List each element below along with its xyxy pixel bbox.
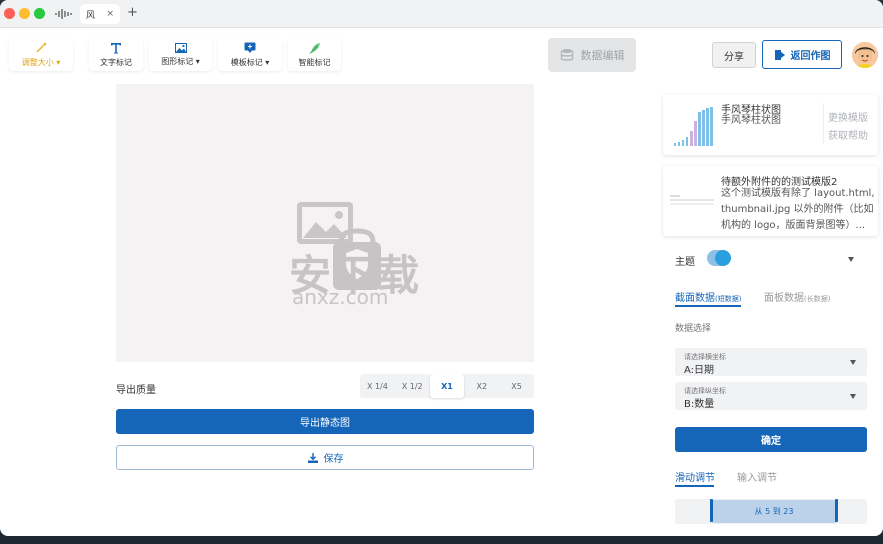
data-edit-button[interactable]: 数据编辑 (548, 38, 636, 72)
export-quality-label: 导出质量 (116, 385, 156, 396)
close-window-button[interactable] (4, 8, 15, 19)
smart-mark-button[interactable]: 智能标记 (288, 39, 341, 71)
text-icon (111, 43, 121, 54)
chart-preview-canvas: 安下载 anxz.com (116, 84, 534, 362)
theme-label: 主题 (675, 257, 695, 268)
get-help-link[interactable]: 获取帮助 (828, 127, 868, 142)
template-mark-button[interactable]: 模板标记 ▾ (218, 39, 282, 71)
back-arrow-icon (774, 49, 785, 60)
share-button[interactable]: 分享 (712, 42, 756, 68)
chevron-down-icon: ▾ (195, 57, 200, 66)
tab-note: (短数据) (715, 295, 742, 303)
quality-option-x2[interactable]: X2 (464, 374, 499, 398)
text-mark-button[interactable]: 文字标记 (89, 39, 143, 71)
theme-toggle[interactable] (707, 250, 731, 266)
template-subtitle: 手风琴柱状图 (721, 115, 781, 126)
confirm-button[interactable]: 确定 (675, 427, 867, 452)
user-avatar[interactable] (852, 42, 878, 68)
chevron-down-icon (850, 394, 856, 399)
save-label: 保存 (323, 454, 344, 465)
browser-tab[interactable]: 风 × (80, 4, 120, 24)
range-handle-start[interactable] (710, 499, 713, 522)
tab-slide-adjust[interactable]: 滑动调节 (675, 469, 715, 484)
export-static-button[interactable]: 导出静态图 (116, 409, 534, 434)
maximize-window-button[interactable] (34, 8, 45, 19)
y-axis-select[interactable]: 请选择纵坐标 B:数量 (675, 382, 867, 410)
new-tab-button[interactable]: + (127, 5, 138, 20)
tab-label: 面板数据 (764, 293, 804, 304)
quality-option-quarter[interactable]: X 1/4 (360, 374, 395, 398)
data-edit-label: 数据编辑 (580, 49, 625, 62)
template-card-test[interactable]: 待额外附件的的测试模版2 这个测试模版有除了 layout.html, thum… (663, 166, 878, 236)
app-window: 风 × + 调整大小 ▾ 文字标记 图形标记 ▾ 模板标记 ▾ 智能标记 数据编… (0, 0, 883, 536)
select-value: A:日期 (684, 365, 715, 376)
database-icon (560, 49, 573, 61)
smart-mark-label: 智能标记 (298, 58, 331, 67)
x-axis-select[interactable]: 请选择横坐标 A:日期 (675, 348, 867, 376)
minimize-window-button[interactable] (19, 8, 30, 19)
quality-option-x1[interactable]: X1 (429, 374, 465, 398)
tab-cross-section-data[interactable]: 截面数据(短数据) (675, 289, 741, 304)
template-icon (244, 42, 256, 53)
tab-note: (长数据) (804, 295, 831, 303)
back-to-chart-button[interactable]: 返回作图 (762, 40, 842, 69)
template-thumbnail (674, 107, 713, 146)
tab-label: 风 (86, 10, 96, 21)
magic-wand-icon (36, 42, 47, 53)
audio-wave-icon (55, 9, 72, 19)
save-button[interactable]: 保存 (116, 445, 534, 470)
title-bar: 风 × + (0, 0, 883, 28)
change-template-link[interactable]: 更换模版 (828, 109, 868, 124)
range-selection[interactable]: 从 5 到 23 (711, 500, 837, 523)
tab-panel-data[interactable]: 面板数据(长数据) (764, 289, 830, 304)
range-slider[interactable]: 从 5 到 23 (675, 499, 867, 524)
template-mark-label: 模板标记 (230, 58, 263, 67)
active-tab-underline (675, 485, 714, 487)
download-icon (307, 452, 318, 463)
image-icon (174, 43, 187, 53)
range-handle-end[interactable] (835, 499, 838, 522)
watermark (297, 202, 381, 290)
quality-option-x5[interactable]: X5 (499, 374, 534, 398)
resize-button[interactable]: 调整大小 ▾ (9, 39, 73, 71)
back-label: 返回作图 (790, 51, 831, 62)
export-quality-selector: X 1/4 X 1/2 X1 X2 X5 (360, 374, 534, 398)
chevron-down-icon: ▾ (56, 58, 61, 67)
watermark-subtext: anxz.com (292, 285, 389, 309)
shape-mark-button[interactable]: 图形标记 ▾ (149, 39, 212, 71)
template-desc-line1: 这个测试模版有除了 layout.html, (721, 188, 875, 199)
template-desc-line3: 机构的 logo，版面背景图等）... (721, 220, 866, 231)
chevron-down-icon: ▾ (265, 58, 270, 67)
chevron-down-icon (850, 360, 856, 365)
data-select-label: 数据选择 (675, 324, 712, 334)
shape-mark-label: 图形标记 (161, 57, 194, 66)
feather-icon (309, 43, 320, 54)
theme-dropdown-chevron-icon[interactable] (848, 257, 854, 262)
template-thumbnail (670, 195, 714, 205)
avatar-image (852, 42, 878, 68)
text-mark-label: 文字标记 (100, 58, 132, 67)
range-label: 从 5 到 23 (754, 507, 794, 516)
tab-input-adjust[interactable]: 输入调节 (737, 469, 777, 484)
resize-label: 调整大小 (21, 58, 54, 67)
select-value: B:数量 (684, 399, 715, 410)
template-desc-line2: thumbnail.jpg 以外的附件（比如 (721, 204, 874, 215)
quality-option-half[interactable]: X 1/2 (395, 374, 430, 398)
tab-label: 截面数据 (675, 293, 715, 304)
active-tab-underline (675, 305, 741, 307)
template-card-accordion[interactable]: 手风琴柱状图 手风琴柱状图 更换模版 获取帮助 (663, 95, 878, 155)
tab-close-icon[interactable]: × (106, 9, 114, 19)
